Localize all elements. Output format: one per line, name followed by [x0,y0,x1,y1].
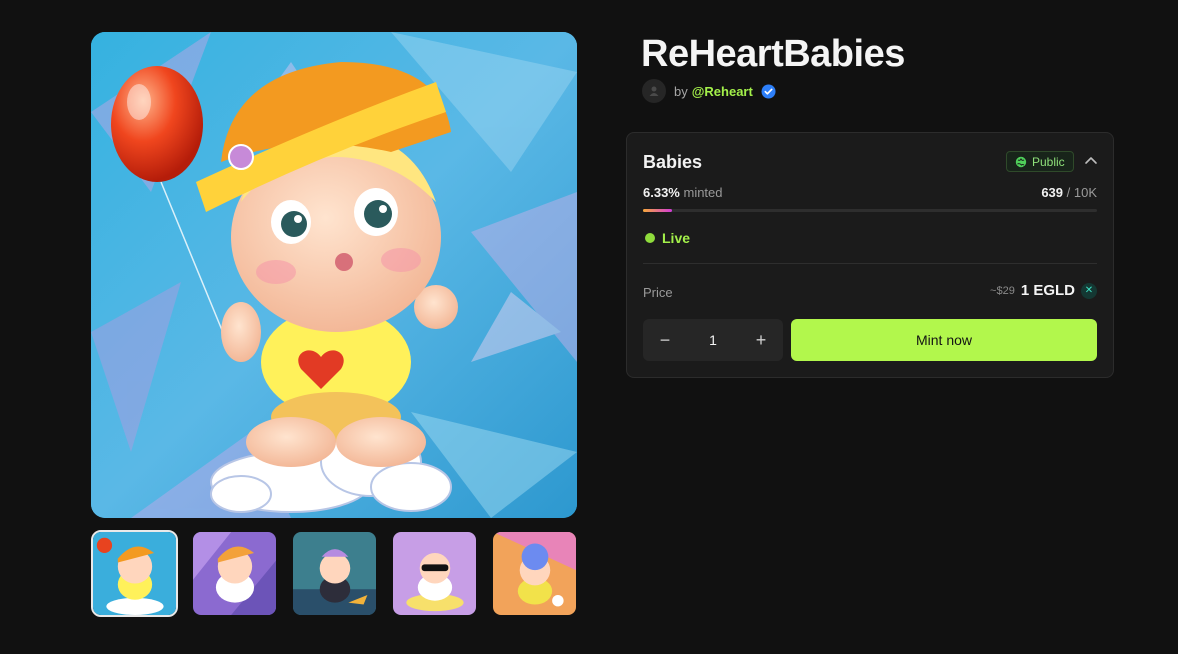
quantity-stepper: − 1 + [643,319,783,361]
creator-avatar[interactable] [642,79,666,103]
stage-name: Babies [643,152,703,172]
nft-main-image [91,32,577,518]
mint-progress-bar [643,209,1097,212]
minted-percent-value: 6.33% [643,185,680,200]
decrement-button[interactable]: − [643,330,687,351]
minted-word: minted [679,185,723,200]
mint-now-button[interactable]: Mint now [791,319,1097,361]
price-egld: 1 EGLD [1020,282,1075,299]
egld-token-icon: ✕ [1081,282,1097,299]
chevron-up-icon[interactable] [1082,152,1100,170]
thumbnail-1[interactable] [91,530,178,617]
thumbnail-3[interactable] [291,530,378,617]
live-label: Live [662,230,691,246]
minted-percent: 6.33% minted [643,185,723,200]
price-label: Price [643,285,673,300]
user-icon [649,86,659,96]
increment-button[interactable]: + [739,330,783,351]
supply-count: 639 / 10K [1041,185,1097,200]
thumbnail-2[interactable] [191,530,278,617]
thumbnail-5[interactable] [491,530,578,617]
creator-handle-link[interactable]: @Reheart [692,84,753,99]
live-status: Live [645,230,690,246]
price-value: ~$29 1 EGLD ✕ [990,282,1097,299]
total-supply: 10K [1073,185,1097,200]
visibility-label: Public [1032,154,1065,169]
price-usd: ~$29 [990,284,1015,297]
live-dot-icon [645,233,655,243]
collection-title: ReHeartBabies [641,33,905,75]
mint-page: ReHeartBabies by @Reheart Babies Public … [0,0,1178,654]
creator-row: by @Reheart [642,79,776,103]
thumbnail-4[interactable] [391,530,478,617]
supply-separator: / [1063,185,1074,200]
verified-badge-icon [761,83,776,99]
mint-progress-fill [643,209,672,212]
by-label: by [674,83,688,99]
mint-stage-card: Babies Public 6.33% minted 639 / 10K Liv… [626,132,1114,378]
quantity-value[interactable]: 1 [687,332,739,348]
thumbnail-strip [91,530,578,617]
divider [643,263,1097,264]
minted-count: 639 [1041,185,1064,200]
globe-icon [1015,156,1027,167]
visibility-badge: Public [1006,151,1074,172]
